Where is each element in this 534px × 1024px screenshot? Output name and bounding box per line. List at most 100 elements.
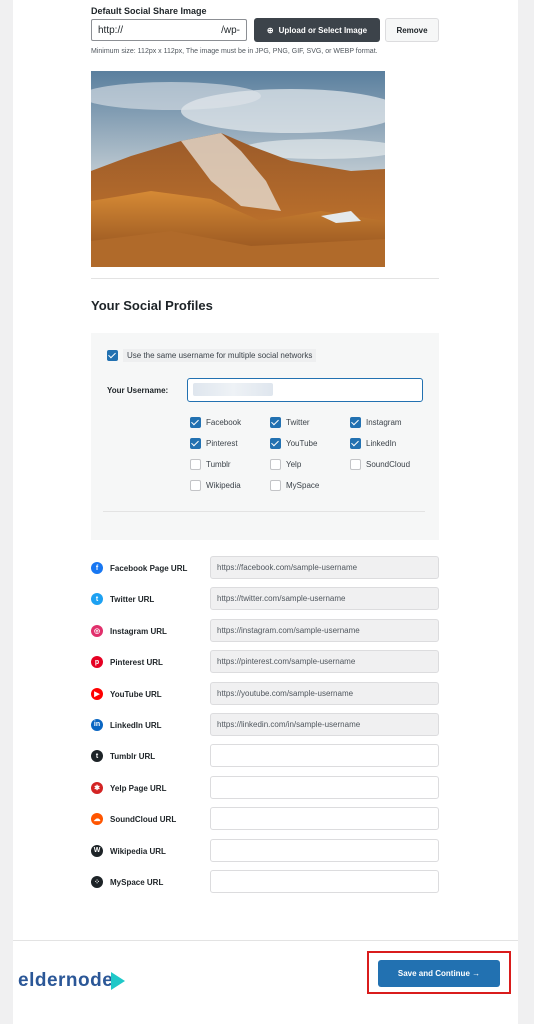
network-label: Twitter bbox=[286, 418, 310, 427]
social-url-row: ▶ YouTube URL https://youtube.com/sample-u… bbox=[91, 681, 439, 713]
section-divider bbox=[91, 278, 439, 279]
soundcloud-icon: ☁ bbox=[91, 813, 103, 826]
save-and-continue-button[interactable]: Save and Continue → bbox=[378, 960, 500, 987]
share-image-label: Default Social Share Image bbox=[91, 6, 207, 16]
social-url-input[interactable]: https://twitter.com/sample-username bbox=[210, 587, 439, 611]
social-profiles-title: Your Social Profiles bbox=[91, 298, 213, 313]
youtube-icon: ▶ bbox=[91, 687, 103, 700]
social-url-label: Tumblr URL bbox=[110, 752, 156, 762]
plus-circle-icon: ⊕ bbox=[266, 25, 274, 35]
share-image-preview bbox=[91, 71, 385, 267]
network-checkbox[interactable] bbox=[350, 459, 361, 470]
instagram-icon: ◎ bbox=[91, 624, 103, 637]
social-url-input[interactable]: https://facebook.com/sample-username bbox=[210, 556, 439, 579]
url-value-start: http:// bbox=[98, 25, 124, 36]
social-url-label: YouTube URL bbox=[110, 689, 162, 699]
network-checkbox[interactable] bbox=[190, 438, 201, 449]
linkedin-icon: in bbox=[91, 718, 103, 731]
network-label: Tumblr bbox=[206, 460, 231, 469]
wikipedia-icon: W bbox=[91, 844, 103, 857]
network-checkbox[interactable] bbox=[190, 480, 201, 491]
same-username-label: Use the same username for multiple socia… bbox=[123, 349, 317, 362]
social-url-input[interactable] bbox=[210, 869, 439, 893]
social-url-input[interactable]: https://youtube.com/sample-username bbox=[210, 681, 439, 705]
social-url-row: in LinkedIn URL https://linkedin.com/in/sa… bbox=[91, 712, 439, 744]
network-option-soundcloud[interactable]: SoundCloud bbox=[350, 459, 430, 470]
social-url-label: Twitter URL bbox=[110, 595, 155, 605]
network-checkbox-grid: Facebook Twitter Instagram Pinterest You… bbox=[190, 417, 430, 491]
network-option-tumblr[interactable]: Tumblr bbox=[190, 459, 270, 470]
myspace-icon: ⁘ bbox=[91, 875, 103, 888]
network-option-wikipedia[interactable]: Wikipedia bbox=[190, 480, 270, 491]
network-label: Instagram bbox=[366, 418, 402, 427]
social-url-label: MySpace URL bbox=[110, 877, 164, 887]
eldernode-logo: eldernode bbox=[18, 970, 126, 992]
network-checkbox[interactable] bbox=[270, 459, 281, 470]
social-url-row: p Pinterest URL https://pinterest.com/samp… bbox=[91, 650, 439, 681]
username-input[interactable] bbox=[187, 378, 423, 402]
network-label: LinkedIn bbox=[366, 439, 397, 448]
pinterest-icon: p bbox=[91, 656, 103, 669]
network-option-youtube[interactable]: YouTube bbox=[270, 438, 350, 449]
social-url-input[interactable] bbox=[210, 838, 439, 862]
network-option-instagram[interactable]: Instagram bbox=[350, 417, 430, 428]
network-checkbox[interactable] bbox=[190, 459, 201, 470]
social-url-row: ⁘ MySpace URL bbox=[91, 869, 439, 901]
tumblr-icon: t bbox=[91, 750, 103, 763]
social-url-label: LinkedIn URL bbox=[110, 720, 162, 730]
social-url-row: W Wikipedia URL bbox=[91, 838, 439, 870]
social-url-input[interactable]: https://pinterest.com/sample-username bbox=[210, 650, 439, 674]
network-label: Pinterest bbox=[206, 439, 238, 448]
social-url-input[interactable] bbox=[210, 775, 439, 799]
network-label: Yelp bbox=[286, 460, 302, 469]
network-option-pinterest[interactable]: Pinterest bbox=[190, 438, 270, 449]
social-url-input[interactable]: https://instagram.com/sample-username bbox=[210, 618, 439, 642]
social-url-label: Yelp Page URL bbox=[110, 783, 167, 793]
network-label: Facebook bbox=[206, 418, 242, 427]
network-checkbox[interactable] bbox=[350, 438, 361, 449]
remove-image-button[interactable]: Remove bbox=[385, 18, 439, 42]
network-option-twitter[interactable]: Twitter bbox=[270, 417, 350, 428]
social-url-row: f Facebook Page URL https://facebook.com/s… bbox=[91, 556, 439, 587]
social-url-input[interactable]: https://linkedin.com/in/sample-username bbox=[210, 712, 439, 736]
social-url-label: Pinterest URL bbox=[110, 658, 163, 668]
social-url-label: Facebook Page URL bbox=[110, 564, 188, 573]
network-label: YouTube bbox=[286, 439, 318, 448]
network-checkbox[interactable] bbox=[190, 417, 201, 428]
network-option-yelp[interactable]: Yelp bbox=[270, 459, 350, 470]
logo-text: eldernode bbox=[18, 970, 114, 991]
share-image-hint: Minimum size: 112px x 112px, The image m… bbox=[91, 48, 378, 55]
social-url-label: Wikipedia URL bbox=[110, 846, 166, 856]
network-label: MySpace bbox=[286, 481, 320, 490]
social-url-label: SoundCloud URL bbox=[110, 815, 177, 825]
network-label: SoundCloud bbox=[366, 460, 411, 469]
same-username-checkbox[interactable] bbox=[107, 350, 118, 361]
social-url-input[interactable] bbox=[210, 744, 439, 768]
username-label: Your Username: bbox=[107, 386, 169, 395]
social-url-input[interactable] bbox=[210, 807, 439, 831]
social-url-row: t Tumblr URL bbox=[91, 744, 439, 775]
network-option-linkedin[interactable]: LinkedIn bbox=[350, 438, 430, 449]
url-value-end: /wp- bbox=[221, 25, 240, 36]
social-url-row: ☁ SoundCloud URL bbox=[91, 807, 439, 838]
upload-image-label: Upload or Select Image bbox=[278, 25, 368, 35]
redacted-username bbox=[193, 383, 273, 396]
network-option-facebook[interactable]: Facebook bbox=[190, 417, 270, 428]
twitter-icon: t bbox=[91, 593, 103, 606]
facebook-icon: f bbox=[91, 562, 103, 574]
panel-divider bbox=[103, 511, 425, 512]
upload-image-button[interactable]: ⊕ Upload or Select Image bbox=[254, 18, 380, 42]
social-url-label: Instagram URL bbox=[110, 626, 167, 636]
network-label: Wikipedia bbox=[206, 481, 241, 490]
social-url-row: ✱ Yelp Page URL bbox=[91, 775, 439, 807]
network-checkbox[interactable] bbox=[270, 480, 281, 491]
network-checkbox[interactable] bbox=[270, 417, 281, 428]
play-icon bbox=[111, 972, 126, 990]
share-image-url-input[interactable]: http:// /wp- bbox=[91, 19, 247, 41]
social-url-list: f Facebook Page URL https://facebook.com/s… bbox=[91, 556, 439, 901]
network-option-myspace[interactable]: MySpace bbox=[270, 480, 350, 491]
yelp-icon: ✱ bbox=[91, 781, 103, 794]
network-checkbox[interactable] bbox=[270, 438, 281, 449]
network-checkbox[interactable] bbox=[350, 417, 361, 428]
same-username-checkbox-row[interactable]: Use the same username for multiple socia… bbox=[107, 349, 317, 362]
